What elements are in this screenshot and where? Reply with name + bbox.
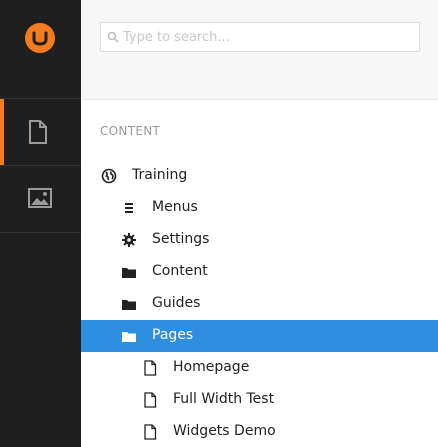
folder-icon (122, 332, 136, 342)
logo-area (0, 0, 81, 99)
tree-node-training[interactable]: Training (81, 160, 438, 192)
tree-node-label: Pages (152, 327, 194, 343)
tree-node-guides[interactable]: Guides (81, 288, 438, 320)
document-icon (144, 424, 157, 440)
document-icon (29, 120, 47, 144)
tree-node-widgets-demo[interactable]: Widgets Demo (81, 416, 438, 447)
tree-node-label: Content (152, 263, 208, 279)
globe-icon (101, 168, 117, 184)
cog-icon (122, 233, 136, 247)
list-icon (125, 203, 133, 213)
tree-node-menus[interactable]: Menus (81, 192, 438, 224)
tree-node-content[interactable]: Content (81, 256, 438, 288)
image-icon (28, 188, 52, 208)
search-input[interactable] (123, 23, 415, 51)
search-icon (107, 31, 119, 43)
document-icon (144, 392, 157, 408)
app-sidebar (0, 0, 81, 447)
tree-node-label: Menus (152, 199, 198, 215)
tree-node-label: Widgets Demo (173, 423, 276, 439)
search-box[interactable] (100, 22, 420, 52)
tree-node-homepage[interactable]: Homepage (81, 352, 438, 384)
umbraco-logo-icon[interactable] (25, 23, 55, 53)
section-media-button[interactable] (0, 166, 81, 233)
tree-node-label: Settings (152, 231, 210, 247)
tree-node-label: Training (132, 167, 188, 183)
tree-node-label: Homepage (173, 359, 250, 375)
section-title: CONTENT (100, 124, 161, 138)
header (81, 0, 438, 100)
folder-icon (122, 268, 136, 278)
tree-node-label: Guides (152, 295, 201, 311)
document-icon (144, 360, 157, 376)
tree-node-full-width-test[interactable]: Full Width Test (81, 384, 438, 416)
folder-icon (122, 300, 136, 310)
section-content-button[interactable] (0, 99, 81, 166)
tree-node-settings[interactable]: Settings (81, 224, 438, 256)
tree-node-pages[interactable]: Pages (81, 320, 438, 352)
tree-node-label: Full Width Test (173, 391, 275, 407)
